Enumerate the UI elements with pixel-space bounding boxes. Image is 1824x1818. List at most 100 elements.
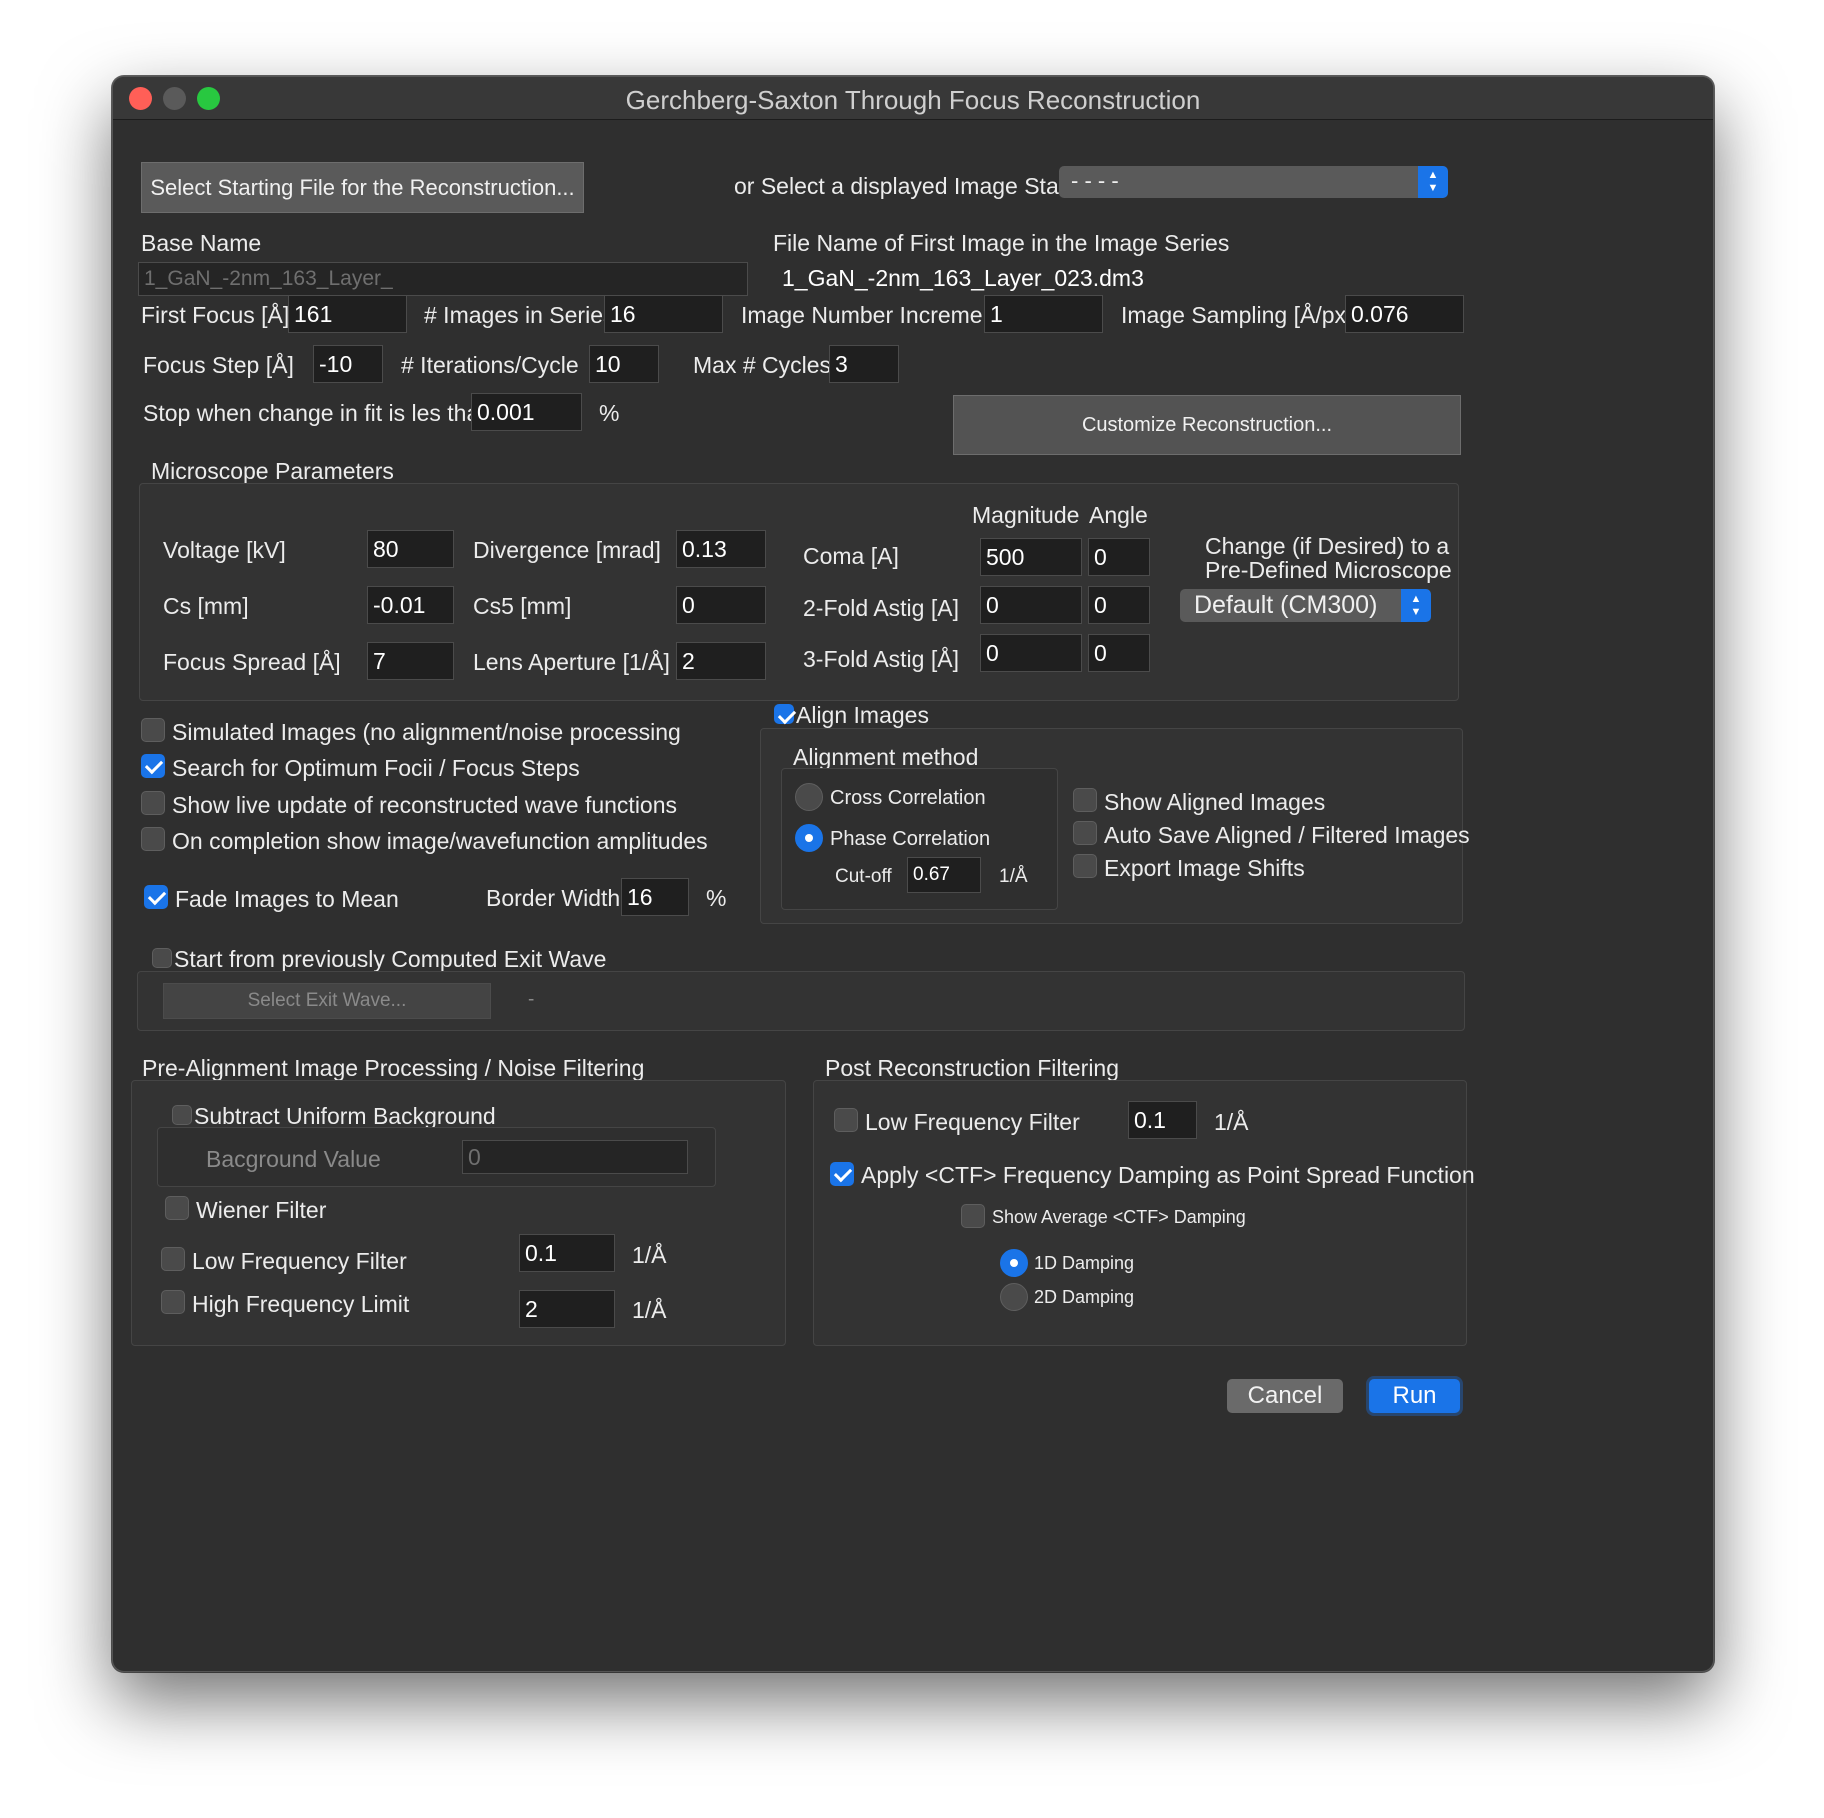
damping-1d-label: 1D Damping: [1034, 1253, 1135, 1273]
cs-label: Cs [mm]: [163, 593, 249, 619]
first-focus-field[interactable]: 161: [288, 295, 407, 333]
pre-low-frequency-unit: 1/Å: [632, 1242, 667, 1268]
three-fold-astig-magnitude-field[interactable]: 0: [980, 634, 1082, 672]
live-update-checkbox[interactable]: [141, 791, 165, 815]
post-low-frequency-label: Low Frequency Filter: [865, 1109, 1080, 1135]
three-fold-astig-label: 3-Fold Astig [Å]: [803, 646, 959, 672]
iterations-per-cycle-label: # Iterations/Cycle: [401, 352, 579, 378]
magnitude-header: Magnitude: [972, 502, 1080, 528]
microscope-parameters-label: Microscope Parameters: [151, 458, 394, 484]
title-bar: Gerchberg-Saxton Through Focus Reconstru…: [113, 77, 1713, 120]
divergence-field[interactable]: 0.13: [676, 530, 766, 568]
pre-low-frequency-label: Low Frequency Filter: [192, 1248, 407, 1274]
ctf-damping-checkbox[interactable]: [830, 1162, 854, 1186]
coma-magnitude-field[interactable]: 500: [980, 538, 1082, 576]
select-image-stack-label: or Select a displayed Image Stack: [734, 173, 1082, 199]
customize-reconstruction-button[interactable]: Customize Reconstruction...: [953, 395, 1461, 455]
cross-correlation-radio[interactable]: [795, 783, 823, 811]
focus-spread-field[interactable]: 7: [367, 642, 454, 680]
three-fold-astig-angle-field[interactable]: 0: [1088, 634, 1150, 672]
first-focus-label: First Focus [Å]: [141, 302, 290, 328]
image-number-increment-label: Image Number Increment: [741, 302, 1002, 328]
post-low-frequency-field[interactable]: 0.1: [1128, 1101, 1197, 1139]
phase-correlation-label: Phase Correlation: [830, 828, 991, 850]
damping-1d-radio[interactable]: [1000, 1249, 1028, 1277]
show-aligned-images-checkbox[interactable]: [1073, 788, 1097, 812]
lens-aperture-field[interactable]: 2: [676, 642, 766, 680]
two-fold-astig-angle-field[interactable]: 0: [1088, 586, 1150, 624]
damping-2d-radio[interactable]: [1000, 1283, 1028, 1311]
completion-amplitudes-checkbox[interactable]: [141, 827, 165, 851]
cross-correlation-label: Cross Correlation: [830, 787, 986, 809]
cs5-field[interactable]: 0: [676, 586, 766, 624]
cs-field[interactable]: -0.01: [367, 586, 454, 624]
image-number-increment-field[interactable]: 1: [984, 295, 1103, 333]
iterations-per-cycle-field[interactable]: 10: [589, 345, 659, 383]
show-average-ctf-checkbox[interactable]: [961, 1204, 985, 1228]
image-sampling-field[interactable]: 0.076: [1345, 295, 1464, 333]
alignment-method-label: Alignment method: [793, 744, 979, 770]
two-fold-astig-magnitude-field[interactable]: 0: [980, 586, 1082, 624]
images-in-series-label: # Images in Series: [424, 302, 615, 328]
start-from-exit-wave-label: Start from previously Computed Exit Wave: [174, 946, 607, 972]
max-cycles-label: Max # Cycles: [693, 352, 832, 378]
cs5-label: Cs5 [mm]: [473, 593, 572, 619]
divergence-label: Divergence [mrad]: [473, 537, 661, 563]
voltage-field[interactable]: 80: [367, 530, 454, 568]
pre-low-frequency-field[interactable]: 0.1: [519, 1234, 615, 1272]
select-starting-file-button[interactable]: Select Starting File for the Reconstruct…: [141, 162, 584, 213]
show-aligned-images-label: Show Aligned Images: [1104, 789, 1326, 815]
high-frequency-limit-checkbox[interactable]: [161, 1290, 185, 1314]
subtract-background-checkbox[interactable]: [172, 1105, 192, 1125]
export-image-shifts-checkbox[interactable]: [1073, 854, 1097, 878]
search-focii-checkbox[interactable]: [141, 754, 165, 778]
two-fold-astig-label: 2-Fold Astig [A]: [803, 595, 959, 621]
simulated-images-label: Simulated Images (no alignment/noise pro…: [172, 719, 681, 745]
align-images-checkbox[interactable]: [774, 704, 794, 724]
background-value-label: Bacground Value: [206, 1146, 381, 1172]
exit-wave-value: -: [528, 989, 535, 1010]
post-reconstruction-label: Post Reconstruction Filtering: [825, 1055, 1120, 1081]
angle-header: Angle: [1089, 502, 1148, 528]
base-name-label: Base Name: [141, 230, 262, 256]
first-image-filename-value: 1_GaN_-2nm_163_Layer_023.dm3: [782, 265, 1144, 291]
coma-angle-field[interactable]: 0: [1088, 538, 1150, 576]
image-stack-select[interactable]: - - - - ▲ ▼: [1059, 166, 1448, 198]
stop-threshold-unit: %: [599, 400, 620, 426]
start-from-exit-wave-checkbox[interactable]: [152, 948, 172, 968]
run-button[interactable]: Run: [1369, 1379, 1460, 1413]
fade-images-label: Fade Images to Mean: [175, 886, 399, 912]
predefined-microscope-select[interactable]: Default (CM300) ▲ ▼: [1180, 589, 1431, 622]
fade-images-checkbox[interactable]: [144, 885, 168, 909]
background-value-field[interactable]: 0: [462, 1140, 688, 1174]
stop-threshold-field[interactable]: 0.001: [471, 393, 582, 431]
high-frequency-limit-field[interactable]: 2: [519, 1290, 615, 1328]
cancel-button[interactable]: Cancel: [1227, 1379, 1343, 1413]
images-in-series-field[interactable]: 16: [604, 295, 723, 333]
post-low-frequency-checkbox[interactable]: [834, 1108, 858, 1132]
simulated-images-checkbox[interactable]: [141, 718, 165, 742]
pre-low-frequency-checkbox[interactable]: [161, 1247, 185, 1271]
phase-correlation-radio[interactable]: [795, 824, 823, 852]
first-image-filename-label: File Name of First Image in the Image Se…: [773, 230, 1230, 256]
border-width-unit: %: [706, 885, 727, 911]
image-sampling-label: Image Sampling [Å/px]: [1121, 302, 1353, 328]
focus-spread-label: Focus Spread [Å]: [163, 649, 341, 675]
cutoff-field[interactable]: 0.67: [907, 857, 981, 893]
select-arrows-icon: ▲ ▼: [1418, 166, 1448, 198]
focus-step-field[interactable]: -10: [313, 345, 383, 383]
cutoff-unit: 1/Å: [999, 866, 1028, 887]
lens-aperture-label: Lens Aperture [1/Å]: [473, 649, 670, 675]
focus-step-label: Focus Step [Å]: [143, 352, 294, 378]
damping-2d-label: 2D Damping: [1034, 1287, 1135, 1307]
auto-save-aligned-checkbox[interactable]: [1073, 821, 1097, 845]
wiener-filter-checkbox[interactable]: [165, 1196, 189, 1220]
max-cycles-field[interactable]: 3: [829, 345, 899, 383]
high-frequency-limit-label: High Frequency Limit: [192, 1291, 410, 1317]
border-width-field[interactable]: 16: [621, 878, 689, 916]
base-name-field[interactable]: 1_GaN_-2nm_163_Layer_: [138, 262, 748, 296]
high-frequency-limit-unit: 1/Å: [632, 1297, 667, 1323]
predefined-microscope-label-1: Change (if Desired) to a: [1205, 533, 1450, 559]
dialog-window: Gerchberg-Saxton Through Focus Reconstru…: [112, 76, 1714, 1672]
select-exit-wave-button[interactable]: Select Exit Wave...: [163, 983, 491, 1019]
